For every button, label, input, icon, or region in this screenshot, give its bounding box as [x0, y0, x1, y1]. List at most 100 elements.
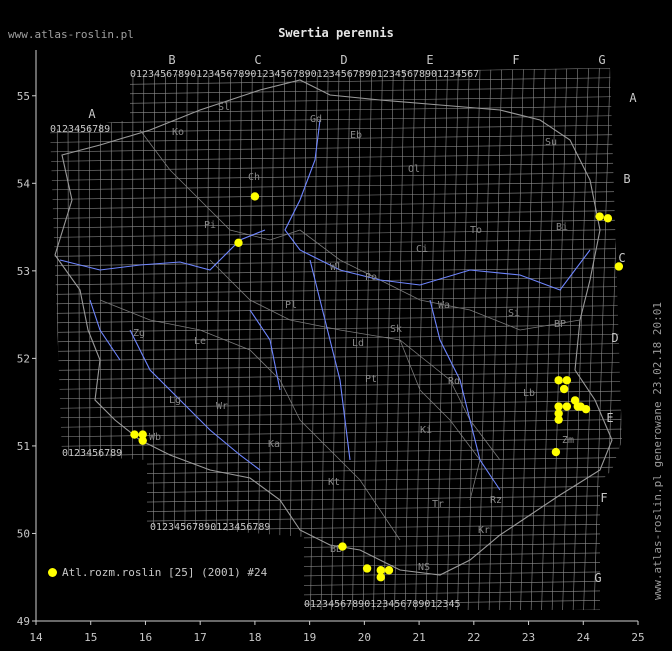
grid-letter-right: F — [600, 491, 607, 505]
grid-line — [50, 229, 622, 238]
grid-line — [78, 68, 80, 610]
occurrence-point — [614, 262, 624, 271]
region-label-wr: Wr — [216, 401, 228, 412]
occurrence-point — [551, 447, 561, 457]
y-tick-label: 50 — [17, 527, 30, 540]
grid-line — [50, 248, 622, 257]
grid-digits-bottom-a: 01234567890123456789 — [150, 522, 270, 533]
region-label-wl: Wl — [330, 262, 342, 273]
region-label-ns: NS — [418, 562, 430, 573]
grid-line — [50, 495, 622, 504]
grid-line — [50, 286, 622, 295]
occurrence-point — [554, 415, 563, 424]
region-label-zg: Zg — [133, 328, 145, 339]
region-label-ki: Ki — [420, 425, 432, 436]
grid-letter-right: A — [629, 91, 637, 105]
grid-line — [50, 181, 622, 191]
grid-line — [593, 68, 611, 610]
grid-line — [67, 68, 70, 610]
grid-line — [50, 457, 622, 466]
grid-line — [50, 238, 622, 248]
region-label-pt: Pt — [365, 374, 377, 385]
grid-line — [425, 68, 438, 610]
generation-note: www.atlas-roslin.pl generowane 23.02.18 … — [651, 301, 664, 600]
region-label-wa: Wa — [438, 300, 450, 311]
region-label-po: Po — [365, 272, 377, 283]
river-line — [429, 299, 501, 491]
grid-line — [50, 504, 622, 514]
grid-line — [520, 68, 535, 610]
occurrence-point — [384, 566, 394, 575]
grid-line — [415, 68, 427, 610]
region-label-ka: Ka — [268, 439, 280, 450]
grid-line — [50, 276, 622, 286]
grid-digits-bottom-left: 0123456789 — [62, 448, 122, 459]
grid-line — [530, 68, 546, 610]
region-label-le: Le — [194, 336, 206, 347]
grid-line — [50, 153, 622, 162]
grid-line — [50, 590, 622, 599]
occurrence-point — [554, 376, 563, 385]
grid-letter-right: E — [606, 411, 613, 425]
grid-line — [50, 124, 622, 134]
grid-line — [310, 68, 318, 610]
grid-line — [50, 390, 622, 400]
region-label-kt: Kt — [328, 477, 340, 488]
y-tick-label: 53 — [17, 265, 30, 278]
occurrence-point — [338, 542, 347, 551]
grid-line — [50, 96, 622, 105]
grid-letter-top: C — [254, 53, 261, 67]
river-line — [129, 329, 261, 471]
occurrence-point — [376, 573, 385, 582]
grid-letter-right: G — [594, 571, 601, 585]
grid-line — [50, 419, 622, 428]
region-label-sk: Sk — [390, 324, 402, 335]
x-tick-label: 21 — [412, 631, 425, 644]
y-tick-label: 54 — [17, 177, 31, 190]
admin-boundary — [299, 229, 581, 331]
grid-line — [50, 134, 622, 143]
grid-letter-right: D — [611, 331, 618, 345]
grid-letter-top: G — [598, 53, 605, 67]
grid-line — [46, 60, 48, 615]
x-tick-label: 24 — [577, 631, 591, 644]
region-label-su: Su — [545, 137, 557, 148]
occurrence-point — [250, 192, 260, 201]
grid-line — [50, 580, 622, 590]
grid-line — [404, 68, 416, 610]
grid-line — [50, 533, 622, 542]
admin-boundary — [139, 129, 301, 241]
grid-line — [50, 400, 622, 409]
grid-line — [446, 68, 459, 610]
grid-line — [50, 86, 622, 96]
region-label-ko: Ko — [172, 127, 184, 138]
grid-line — [56, 68, 59, 610]
region-label-wb: Wb — [149, 432, 161, 443]
legend: Atl.rozm.roslin [25] (2001) #24 — [48, 566, 267, 579]
region-label-zm: Zm — [562, 435, 574, 446]
grid-letter-top: D — [340, 53, 347, 67]
region-label-ld: Ld — [352, 338, 364, 349]
grid-line — [50, 314, 622, 324]
grid-letter-top: E — [426, 53, 433, 67]
grid-line — [499, 68, 514, 610]
x-tick-label: 14 — [29, 631, 43, 644]
grid-line — [50, 295, 622, 305]
region-label-pi: Pi — [204, 220, 216, 231]
legend-marker — [48, 568, 57, 577]
occurrence-point — [362, 564, 372, 573]
grid-digits-bottom-b: 01234567890123456789012345 — [304, 599, 461, 610]
grid-line — [40, 619, 630, 627]
admin-boundary — [99, 299, 331, 451]
occurrence-point — [581, 404, 591, 414]
grid-line — [331, 68, 340, 610]
grid-letter-top: A — [88, 107, 96, 121]
region-label-ci: Ci — [416, 244, 428, 255]
x-tick-label: 25 — [631, 631, 644, 644]
grid-digits-top-a: 0123456789 — [50, 124, 110, 135]
grid-line — [50, 305, 622, 314]
x-tick-label: 17 — [194, 631, 207, 644]
grid-line — [289, 68, 297, 610]
grid-line — [50, 409, 622, 419]
grid-line — [341, 68, 351, 610]
